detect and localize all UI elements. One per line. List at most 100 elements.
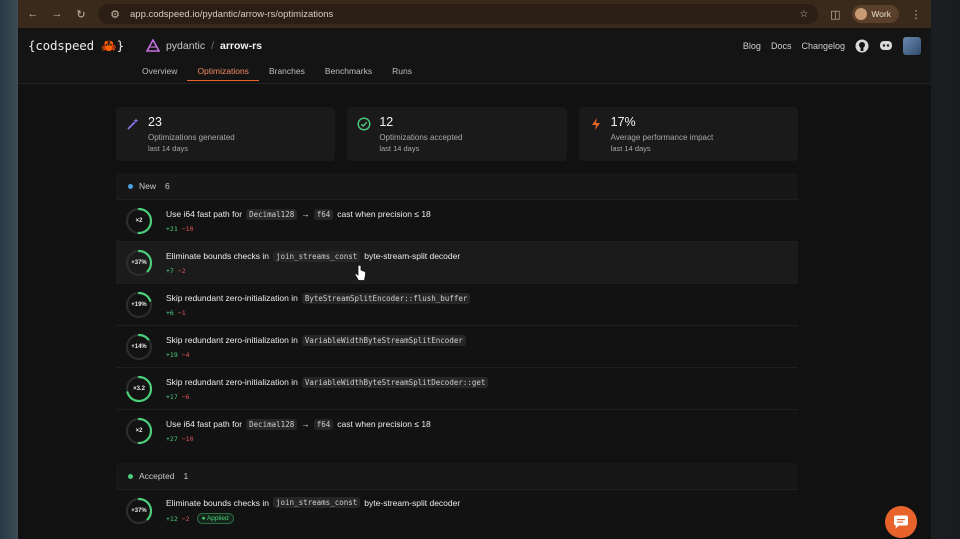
section-label: New [139, 181, 157, 191]
forward-icon[interactable]: → [50, 8, 64, 20]
accepted-section-header: Accepted 1 [116, 463, 798, 489]
optimization-title[interactable]: Eliminate bounds checks in join_streams_c… [166, 250, 461, 262]
diff-stats: +6 −1 [166, 309, 470, 317]
codspeed-logo[interactable]: {codspeed 🦀} [28, 38, 124, 54]
lines-removed: −2 [181, 514, 190, 523]
browser-menu-icon[interactable]: ⋮ [909, 8, 923, 21]
impact-ring: ×2 [124, 206, 154, 236]
optimization-row[interactable]: +37% Eliminate bounds checks in join_strea… [116, 241, 798, 283]
header-links: Blog Docs Changelog [743, 37, 921, 55]
optimization-row[interactable]: +37% Eliminate bounds checks in join_strea… [116, 489, 798, 531]
title-text: Skip redundant zero-initialization in [166, 377, 298, 387]
optimization-row[interactable]: +19% Skip redundant zero-initialization i… [116, 283, 798, 325]
optimization-row[interactable]: ×3.2 Skip redundant zero-initialization i… [116, 367, 798, 409]
row-body: Eliminate bounds checks in join_streams_c… [166, 497, 460, 524]
org-link[interactable]: pydantic [166, 40, 205, 52]
new-section-header: New 6 [116, 173, 798, 199]
title-text: Eliminate bounds checks in [166, 251, 270, 261]
optimization-title[interactable]: Skip redundant zero-initialization in Byt… [166, 292, 471, 304]
diff-stats: +12 −2 ● Applied [166, 513, 460, 524]
code-symbol: Decimal128 [246, 208, 298, 220]
docs-link[interactable]: Docs [771, 41, 792, 51]
tab-branches[interactable]: Branches [259, 64, 315, 84]
impact-ring: +37% [124, 496, 154, 526]
status-badge: ● Applied [196, 513, 234, 524]
code-symbol: f64 [313, 208, 334, 220]
mouse-pointer-icon [354, 265, 366, 281]
address-bar[interactable]: ⚙ app.codspeed.io/pydantic/arrow-rs/opti… [98, 4, 819, 24]
app-header: {codspeed 🦀} pydantic / arrow-rs Blog Do… [18, 28, 931, 64]
optimization-row[interactable]: ×2 Use i64 fast path for Decimal128 → f64 cas… [116, 409, 798, 451]
bookmark-star-icon[interactable]: ☆ [799, 9, 808, 20]
row-body: Use i64 fast path for Decimal128 → f64 cast … [166, 418, 431, 443]
changelog-link[interactable]: Changelog [801, 41, 845, 51]
code-symbol: join_streams_const [273, 497, 361, 508]
optimization-row[interactable]: +14% Skip redundant zero-initialization i… [116, 325, 798, 367]
repo-tabs: Overview Optimizations Branches Benchmar… [18, 64, 931, 84]
row-body: Skip redundant zero-initialization in Var… [166, 334, 466, 359]
impact-ring: +19% [124, 290, 154, 320]
breadcrumb: pydantic / arrow-rs [145, 39, 262, 53]
site-settings-icon[interactable]: ⚙ [108, 8, 122, 21]
lines-removed: −1 [177, 308, 186, 317]
blog-link[interactable]: Blog [743, 41, 761, 51]
url-text[interactable]: app.codspeed.io/pydantic/arrow-rs/optimi… [130, 9, 333, 20]
impact-value: ×3.2 [133, 385, 145, 392]
tab-benchmarks[interactable]: Benchmarks [315, 64, 382, 84]
code-symbol: ByteStreamSplitEncoder::flush_buffer [301, 292, 471, 304]
optimization-title[interactable]: Use i64 fast path for Decimal128 → f64 cast … [166, 418, 431, 430]
lines-added: +12 [166, 514, 178, 523]
tab-runs[interactable]: Runs [382, 64, 422, 84]
github-icon[interactable] [855, 39, 869, 53]
code-symbol: Decimal128 [246, 418, 298, 430]
stat-value: 17% [610, 115, 636, 129]
impact-value: ×2 [135, 217, 143, 224]
stat-value: 23 [148, 115, 162, 129]
diff-stats: +7 −2 [166, 267, 460, 275]
user-avatar[interactable] [903, 37, 921, 55]
lines-added: +17 [166, 392, 178, 401]
row-body: Eliminate bounds checks in join_streams_c… [166, 250, 461, 275]
stat-label: Optimizations generated [148, 133, 235, 142]
optimization-title[interactable]: Skip redundant zero-initialization in Var… [166, 334, 466, 346]
browser-toolbar: ← → ↻ ⚙ app.codspeed.io/pydantic/arrow-r… [18, 0, 931, 28]
lines-added: +21 [166, 224, 178, 233]
stat-period: last 14 days [610, 144, 651, 153]
code-symbol: VariableWidthByteStreamSplitEncoder [301, 334, 466, 346]
code-symbol: f64 [313, 418, 334, 430]
profile-button[interactable]: Work [852, 5, 899, 23]
stats-row: 23 Optimizations generated last 14 days … [116, 107, 798, 161]
lines-added: +6 [166, 308, 174, 317]
optimization-title[interactable]: Skip redundant zero-initialization in Var… [166, 376, 489, 388]
row-body: Skip redundant zero-initialization in Var… [166, 376, 489, 401]
title-text: Eliminate bounds checks in [166, 497, 270, 508]
optimization-title[interactable]: Use i64 fast path for Decimal128 → f64 cast … [166, 208, 431, 220]
tab-overview[interactable]: Overview [132, 64, 187, 84]
status-dot-accepted [128, 473, 133, 479]
chat-support-button[interactable] [885, 506, 917, 538]
discord-icon[interactable] [879, 39, 893, 53]
tab-optimizations[interactable]: Optimizations [187, 64, 259, 84]
reload-icon[interactable]: ↻ [74, 8, 88, 21]
diff-stats: +19 −4 [166, 351, 466, 359]
lightning-icon [591, 118, 600, 130]
optimization-row[interactable]: ×2 Use i64 fast path for Decimal128 → f64 cas… [116, 199, 798, 241]
impact-value: +37% [131, 259, 147, 266]
impact-ring: +14% [124, 332, 154, 362]
impact-value: +37% [131, 507, 147, 514]
stat-period: last 14 days [379, 144, 420, 153]
optimizations-content: 23 Optimizations generated last 14 days … [116, 107, 798, 531]
lines-added: +19 [166, 350, 178, 359]
section-label: Accepted [139, 471, 175, 481]
title-text: Skip redundant zero-initialization in [166, 335, 298, 345]
back-icon[interactable]: ← [26, 8, 40, 20]
breadcrumb-separator: / [211, 40, 214, 52]
lines-removed: −6 [181, 392, 190, 401]
optimization-title[interactable]: Eliminate bounds checks in join_streams_c… [166, 497, 460, 508]
extensions-icon[interactable]: ◫ [828, 8, 842, 21]
section-count: 6 [165, 181, 170, 191]
title-suffix: byte-stream-split decoder [364, 497, 461, 508]
repo-link[interactable]: arrow-rs [220, 40, 262, 52]
impact-value: +19% [131, 301, 147, 308]
title-suffix: byte-stream-split decoder [364, 251, 461, 261]
